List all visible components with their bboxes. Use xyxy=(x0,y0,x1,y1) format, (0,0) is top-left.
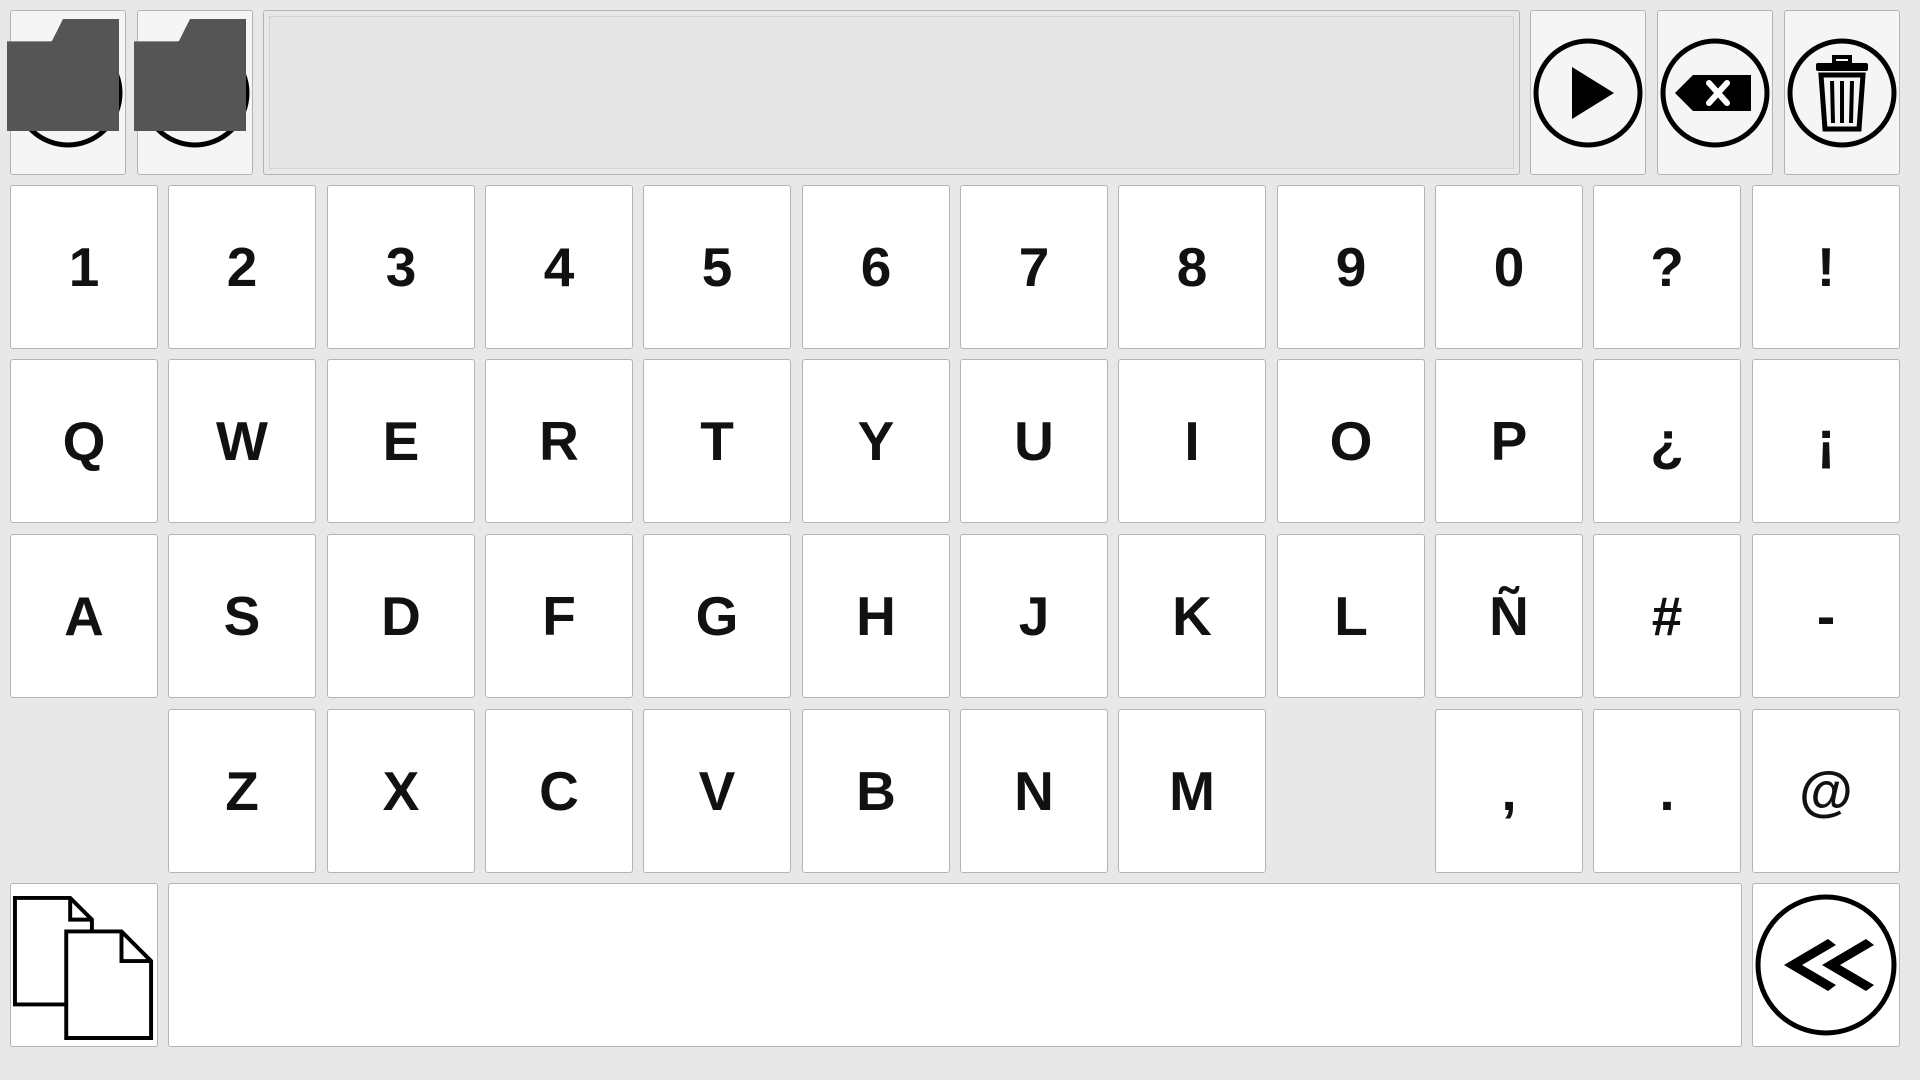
key-j[interactable]: J xyxy=(960,534,1108,698)
message-text-display[interactable] xyxy=(263,10,1520,175)
trash-icon xyxy=(1787,38,1897,147)
key-c[interactable]: C xyxy=(485,709,633,873)
key-w[interactable]: W xyxy=(168,359,316,523)
key-p[interactable]: P xyxy=(1435,359,1583,523)
key-u[interactable]: U xyxy=(960,359,1108,523)
key-inverted-question[interactable]: ¿ xyxy=(1593,359,1741,523)
home-button[interactable] xyxy=(7,10,126,175)
key-k[interactable]: K xyxy=(1118,534,1266,698)
key-1[interactable]: 1 xyxy=(10,185,158,349)
key-i[interactable]: I xyxy=(1118,359,1266,523)
key-n[interactable]: N xyxy=(960,709,1108,873)
message-text xyxy=(269,16,1514,169)
key-hash[interactable]: # xyxy=(1593,534,1741,698)
key-v[interactable]: V xyxy=(643,709,791,873)
key-y[interactable]: Y xyxy=(802,359,950,523)
backspace-button[interactable] xyxy=(1657,10,1773,175)
backspace-icon xyxy=(1660,38,1770,147)
key-z[interactable]: Z xyxy=(168,709,316,873)
key-7[interactable]: 7 xyxy=(960,185,1108,349)
key-a[interactable]: A xyxy=(10,534,158,698)
clear-button[interactable] xyxy=(1784,10,1900,175)
key-x[interactable]: X xyxy=(327,709,475,873)
reload-button[interactable] xyxy=(134,10,253,175)
key-e[interactable]: E xyxy=(327,359,475,523)
key-inverted-exclamation[interactable]: ¡ xyxy=(1752,359,1900,523)
folder-corner-icon xyxy=(7,19,119,131)
key-at[interactable]: @ xyxy=(1752,709,1900,873)
key-g[interactable]: G xyxy=(643,534,791,698)
play-button[interactable] xyxy=(1530,10,1646,175)
folder-corner-icon xyxy=(134,19,246,131)
key-h[interactable]: H xyxy=(802,534,950,698)
key-9[interactable]: 9 xyxy=(1277,185,1425,349)
key-b[interactable]: B xyxy=(802,709,950,873)
key-q[interactable]: Q xyxy=(10,359,158,523)
key-exclamation[interactable]: ! xyxy=(1752,185,1900,349)
key-0[interactable]: 0 xyxy=(1435,185,1583,349)
key-s[interactable]: S xyxy=(168,534,316,698)
key-5[interactable]: 5 xyxy=(643,185,791,349)
double-chevron-left-icon xyxy=(1755,894,1897,1036)
key-d[interactable]: D xyxy=(327,534,475,698)
key-f[interactable]: F xyxy=(485,534,633,698)
key-6[interactable]: 6 xyxy=(802,185,950,349)
key-o[interactable]: O xyxy=(1277,359,1425,523)
key-n-tilde[interactable]: Ñ xyxy=(1435,534,1583,698)
key-4[interactable]: 4 xyxy=(485,185,633,349)
key-8[interactable]: 8 xyxy=(1118,185,1266,349)
copy-button[interactable] xyxy=(10,883,158,1047)
key-period[interactable]: . xyxy=(1593,709,1741,873)
key-3[interactable]: 3 xyxy=(327,185,475,349)
play-icon xyxy=(1533,38,1643,147)
space-key[interactable] xyxy=(168,883,1742,1047)
key-comma[interactable]: , xyxy=(1435,709,1583,873)
key-m[interactable]: M xyxy=(1118,709,1266,873)
copy-icon xyxy=(12,895,154,1040)
back-button[interactable] xyxy=(1752,883,1900,1047)
key-question[interactable]: ? xyxy=(1593,185,1741,349)
key-hyphen[interactable]: - xyxy=(1752,534,1900,698)
key-r[interactable]: R xyxy=(485,359,633,523)
key-t[interactable]: T xyxy=(643,359,791,523)
key-2[interactable]: 2 xyxy=(168,185,316,349)
key-l[interactable]: L xyxy=(1277,534,1425,698)
